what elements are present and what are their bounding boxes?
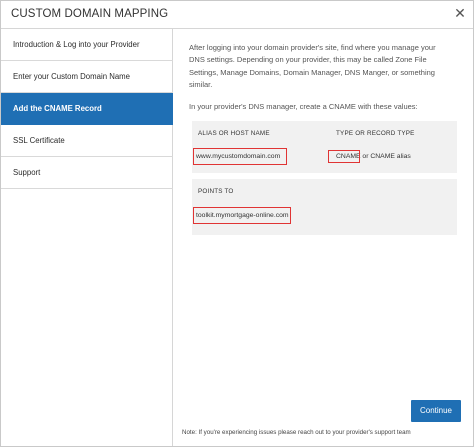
continue-button[interactable]: Continue: [411, 400, 461, 422]
step-sidebar: Introduction & Log into your Provider En…: [1, 29, 173, 446]
sidebar-item-cname-record[interactable]: Add the CNAME Record: [1, 93, 173, 125]
intro-paragraph: After logging into your domain provider'…: [189, 42, 459, 92]
intro-line: Settings, Manage Domains, Domain Manager…: [189, 67, 435, 77]
step-content: After logging into your domain provider'…: [174, 29, 473, 446]
sidebar-item-label: Enter your Custom Domain Name: [13, 72, 130, 81]
type-highlight-box: [328, 150, 360, 163]
custom-domain-dialog: CUSTOM DOMAIN MAPPING ✕ Introduction & L…: [0, 0, 474, 447]
close-icon[interactable]: ✕: [453, 6, 467, 20]
type-value-suffix: or CNAME alias: [360, 153, 411, 160]
sidebar-item-label: Introduction & Log into your Provider: [13, 40, 140, 49]
instruction-text: In your provider's DNS manager, create a…: [189, 102, 418, 111]
intro-line: After logging into your domain provider'…: [189, 43, 436, 52]
type-header: TYPE OR RECORD TYPE: [336, 130, 415, 137]
sidebar-item-custom-domain[interactable]: Enter your Custom Domain Name: [1, 61, 173, 93]
sidebar-item-introduction[interactable]: Introduction & Log into your Provider: [1, 29, 173, 61]
alias-highlight-box: [193, 148, 287, 165]
points-to-header: POINTS TO: [198, 188, 234, 195]
points-to-highlight-box: [193, 207, 291, 224]
sidebar-item-ssl-certificate[interactable]: SSL Certificate: [1, 125, 173, 157]
sidebar-item-label: Add the CNAME Record: [13, 104, 102, 113]
intro-line: similar.: [189, 80, 213, 90]
sidebar-item-label: Support: [13, 168, 41, 177]
sidebar-item-label: SSL Certificate: [13, 136, 65, 145]
support-note: Note: If you're experiencing issues plea…: [182, 429, 411, 436]
dialog-header: CUSTOM DOMAIN MAPPING ✕: [1, 1, 473, 29]
sidebar-item-support[interactable]: Support: [1, 157, 173, 189]
alias-type-row: ALIAS OR HOST NAME TYPE OR RECORD TYPE w…: [192, 121, 457, 173]
cname-values-table: ALIAS OR HOST NAME TYPE OR RECORD TYPE w…: [192, 121, 457, 235]
dialog-title: CUSTOM DOMAIN MAPPING: [11, 8, 169, 20]
intro-line: DNS settings. Depending on your provider…: [189, 55, 427, 65]
alias-header: ALIAS OR HOST NAME: [198, 130, 270, 137]
points-to-row: POINTS TO toolkit.mymortgage-online.com: [192, 179, 457, 235]
